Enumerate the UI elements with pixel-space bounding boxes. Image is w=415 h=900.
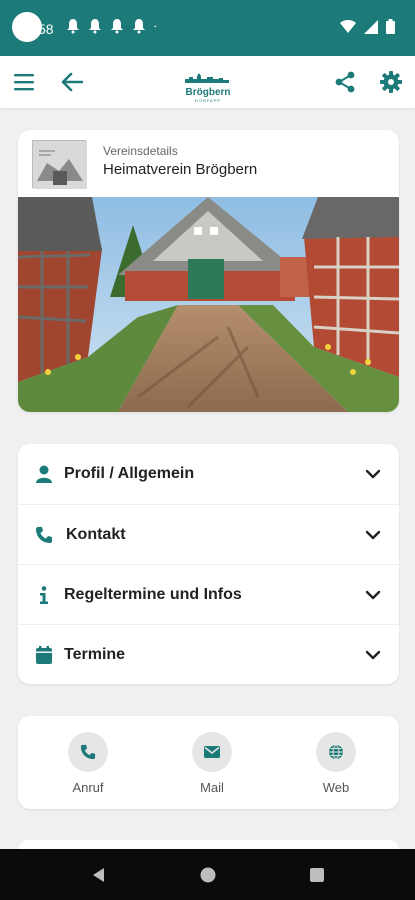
signal-icon [364,19,378,34]
mail-label: Mail [200,780,224,795]
call-label: Anruf [72,780,104,795]
club-thumbnail [32,140,87,189]
wifi-icon [340,19,356,33]
bell-icon [67,19,79,34]
system-icons [340,19,395,34]
more-dot-icon [154,25,157,28]
club-name: Heimatverein Brögbern [103,161,258,178]
mail-button[interactable]: Mail [177,732,247,795]
phone-icon [34,525,54,545]
system-navigation-bar [0,849,415,900]
nav-back-icon[interactable] [90,866,108,884]
status-bar: 58 [0,0,415,56]
share-button[interactable] [332,69,358,95]
section-termine[interactable]: Termine [18,624,399,684]
section-profil[interactable]: Profil / Allgemein [18,444,399,504]
section-regeltermine[interactable]: Regeltermine und Infos [18,564,399,624]
section-label: Termine [64,645,126,663]
chevron-down-icon [365,469,381,479]
calendar-icon [34,645,54,665]
club-sections-accordion: Profil / Allgemein Kontakt Regeltermine … [18,444,399,684]
nav-recents-icon[interactable] [308,866,326,884]
mail-icon [204,746,220,758]
call-button[interactable]: Anruf [53,732,123,795]
menu-button[interactable] [11,69,37,95]
logo-subtext: DORFAPP [194,98,222,103]
nav-home-icon[interactable] [199,866,217,884]
section-label: Regeltermine und Infos [64,585,242,603]
settings-button[interactable] [378,69,404,95]
web-button[interactable]: Web [301,732,371,795]
club-details-card: Vereinsdetails Heimatverein Brögbern [18,130,399,412]
bell-icon [111,19,123,34]
web-label: Web [322,780,350,795]
chevron-down-icon [365,530,381,539]
club-kicker: Vereinsdetails [103,144,178,158]
menu-icon [14,74,34,91]
web-icon-circle [316,732,356,772]
back-button[interactable] [59,69,85,95]
status-time: 58 [38,21,54,37]
mail-icon-circle [192,732,232,772]
person-icon [34,464,54,484]
section-label: Profil / Allgemein [64,465,195,482]
club-photo [18,197,399,412]
phone-icon [80,744,96,760]
info-icon [34,585,54,605]
chevron-down-icon [365,650,381,659]
chevron-down-icon [365,590,381,599]
bell-icon [89,19,101,34]
notification-icons [66,18,160,34]
call-icon-circle [68,732,108,772]
app-logo: Brögbern DORFAPP [183,70,233,103]
section-kontakt[interactable]: Kontakt [18,504,399,564]
battery-icon [386,19,395,34]
section-label: Kontakt [66,525,126,543]
village-skyline-logo [185,73,229,83]
share-icon [335,71,355,93]
logo-text: Brögbern [185,87,231,98]
globe-icon [329,744,343,760]
arrow-back-icon [61,72,83,92]
contact-actions-card: Anruf Mail Web [18,716,399,809]
bell-icon [133,19,145,34]
gear-icon [380,71,402,93]
